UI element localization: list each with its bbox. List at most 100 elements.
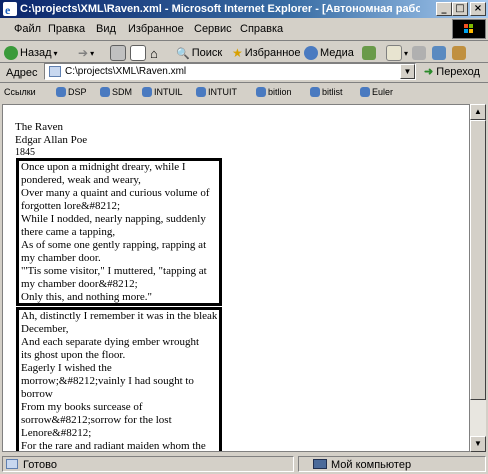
link-icon (100, 87, 110, 97)
poem-author: Edgar Allan Poe (15, 134, 88, 146)
windows-logo-icon (452, 19, 486, 39)
link-euler[interactable]: Euler (360, 87, 393, 97)
discuss-icon (452, 46, 466, 60)
address-value: C:\projects\XML\Raven.xml (65, 66, 187, 77)
stanza-line: morrow;&#8212;vainly I had sought to (21, 375, 194, 387)
close-button[interactable]: × (470, 2, 486, 16)
history-icon (362, 46, 376, 60)
history-button[interactable] (362, 43, 376, 63)
favorites-button[interactable]: ★ Избранное (232, 43, 301, 63)
stanza-line: December, (21, 323, 69, 335)
minimize-button[interactable]: _ (436, 2, 452, 16)
link-dsp[interactable]: DSP (56, 87, 87, 97)
poem-title: The Raven (15, 121, 63, 133)
maximize-button[interactable]: □ (452, 2, 468, 16)
edit-icon (432, 46, 446, 60)
stanza-line: And each separate dying ember wrought (21, 336, 200, 348)
stanza-line: forgotten lore&#8212; (21, 200, 121, 212)
stanza-line: Lenore&#8212; (21, 427, 92, 439)
stanza-line: Ah, distinctly I remember it was in the … (21, 310, 217, 322)
link-sdm[interactable]: SDM (100, 87, 132, 97)
forward-arrow-icon: ➔ (78, 46, 89, 60)
home-button[interactable]: ⌂ (150, 43, 158, 63)
link-icon (56, 87, 66, 97)
status-text: Готово (23, 459, 57, 471)
status-bar: Готово Мой компьютер (0, 454, 488, 474)
mail-icon (386, 45, 402, 61)
menu-view[interactable]: Вид (96, 23, 116, 35)
page-icon (6, 459, 18, 469)
title-bar: e C:\projects\XML\Raven.xml - Microsoft … (0, 0, 488, 18)
svg-text:e: e (5, 3, 11, 16)
link-icon (256, 87, 266, 97)
link-icon (310, 87, 320, 97)
scroll-down-button[interactable]: ▼ (470, 436, 486, 452)
link-bitlist[interactable]: bitlist (310, 87, 343, 97)
link-intuit[interactable]: INTUIT (196, 87, 237, 97)
stanza-line: For the rare and radiant maiden whom the (21, 440, 206, 452)
search-icon: 🔍 (176, 47, 190, 60)
go-button[interactable]: ➜ Переход (424, 65, 480, 78)
menu-file[interactable]: Файл (14, 23, 41, 35)
stanza-line: Only this, and nothing more." (21, 291, 152, 303)
link-icon (196, 87, 206, 97)
discuss-button[interactable] (452, 43, 466, 63)
links-label: Ссылки (4, 87, 36, 97)
search-button[interactable]: 🔍 Поиск (176, 43, 222, 63)
divider (0, 40, 488, 41)
ie-logo-icon: e (3, 2, 17, 16)
computer-icon (313, 459, 327, 469)
chevron-down-icon: ▾ (404, 48, 409, 58)
media-button[interactable]: Медиа (304, 43, 354, 63)
go-arrow-icon: ➜ (424, 66, 434, 78)
window-title: C:\projects\XML\Raven.xml - Microsoft In… (20, 3, 420, 15)
stanza-line: While I nodded, nearly napping, suddenly (21, 213, 206, 225)
stanza-line: Once upon a midnight dreary, while I (21, 161, 186, 173)
links-bar: Ссылки DSP SDM INTUIL INTUIT bitlion bit… (0, 84, 488, 102)
back-arrow-icon (4, 46, 18, 60)
forward-button[interactable]: ➔ ▾ (78, 43, 94, 63)
star-icon: ★ (232, 46, 243, 60)
stanza-line: As of some one gently rapping, rapping a… (21, 239, 207, 251)
zone-panel: Мой компьютер (298, 456, 486, 472)
back-button[interactable]: Назад ▾ (4, 43, 58, 63)
stanza-line: there came a tapping, (21, 226, 116, 238)
vertical-scrollbar[interactable]: ▲ ▼ (470, 104, 486, 452)
zone-text: Мой компьютер (331, 459, 412, 471)
media-icon (304, 46, 318, 60)
link-intuil[interactable]: INTUIL (142, 87, 183, 97)
address-field[interactable]: C:\projects\XML\Raven.xml (44, 63, 416, 80)
scroll-up-button[interactable]: ▲ (470, 104, 486, 120)
link-icon (142, 87, 152, 97)
menu-help[interactable]: Справка (240, 23, 283, 35)
refresh-icon (130, 45, 146, 61)
menu-edit[interactable]: Правка (48, 23, 85, 35)
menu-tools[interactable]: Сервис (194, 23, 232, 35)
stanza-box: Ah, distinctly I remember it was in the … (16, 307, 222, 452)
address-dropdown-button[interactable]: ▼ (400, 64, 415, 79)
chevron-down-icon: ▾ (90, 48, 95, 58)
stanza-line: Over many a quaint and curious volume of (21, 187, 210, 199)
scroll-thumb[interactable] (470, 120, 486, 400)
stanza-line: From my books surcease of (21, 401, 143, 413)
stop-icon (110, 45, 126, 61)
stop-button[interactable] (110, 43, 126, 63)
print-button[interactable] (412, 43, 426, 63)
stanza-line: sorrow&#8212;sorrow for the lost (21, 414, 172, 426)
link-bitlion[interactable]: bitlion (256, 87, 292, 97)
link-icon (360, 87, 370, 97)
edit-button[interactable] (432, 43, 446, 63)
page-icon (49, 66, 61, 77)
document-area: The Raven Edgar Allan Poe 1845 Once upon… (2, 104, 470, 452)
printer-icon (412, 46, 426, 60)
refresh-button[interactable] (130, 43, 146, 63)
stanza-line: Eagerly I wished the (21, 362, 112, 374)
menu-favorites[interactable]: Избранное (128, 23, 184, 35)
stanza-line: my chamber door. (21, 252, 101, 264)
address-label: Адрес (6, 67, 38, 79)
stanza-box: Once upon a midnight dreary, while I pon… (16, 158, 222, 306)
home-icon: ⌂ (150, 45, 158, 61)
divider (0, 82, 488, 83)
stanza-line: borrow (21, 388, 53, 400)
mail-button[interactable]: ▾ (386, 43, 408, 63)
